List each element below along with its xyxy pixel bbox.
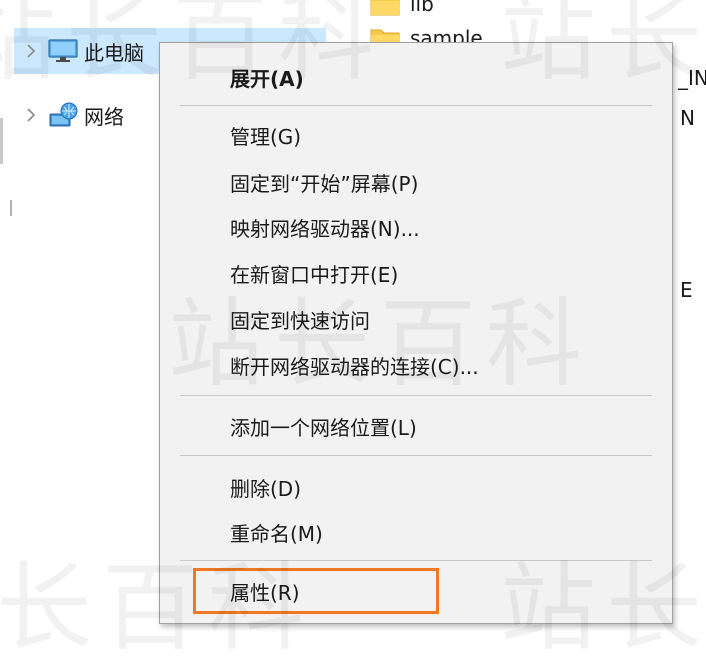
menu-item-rename[interactable]: 重命名(M) [164, 510, 668, 554]
nav-item-label: 网络 [84, 104, 124, 129]
tree-line [10, 200, 12, 216]
menu-item-label: 在新窗口中打开(E) [230, 262, 399, 287]
chevron-right-icon[interactable] [14, 28, 48, 74]
menu-item-open-in-new-window[interactable]: 在新窗口中打开(E) [164, 251, 668, 295]
truncated-text: E [680, 278, 693, 302]
menu-item-label: 删除(D) [230, 476, 302, 501]
menu-separator [180, 455, 652, 456]
menu-item-delete[interactable]: 删除(D) [164, 465, 668, 509]
menu-separator [180, 560, 652, 561]
highlight-outline [193, 568, 439, 614]
menu-item-label: 重命名(M) [230, 521, 323, 546]
computer-icon [48, 28, 84, 74]
explorer-window: 此电脑 网络 lib sample _IN N E 展开(A) 管理(G) 固定… [0, 0, 706, 658]
menu-item-disconnect-network-drive[interactable]: 断开网络驱动器的连接(C)... [164, 343, 668, 387]
context-menu: 展开(A) 管理(G) 固定到“开始”屏幕(P) 映射网络驱动器(N)... 在… [159, 42, 673, 624]
menu-item-label: 断开网络驱动器的连接(C)... [230, 354, 479, 379]
menu-item-add-network-location[interactable]: 添加一个网络位置(L) [164, 404, 668, 448]
menu-item-label: 固定到快速访问 [230, 308, 370, 333]
menu-item-pin-to-start[interactable]: 固定到“开始”屏幕(P) [164, 160, 668, 204]
folder-icon [370, 0, 400, 16]
chevron-right-icon[interactable] [14, 92, 48, 138]
menu-item-map-network-drive[interactable]: 映射网络驱动器(N)... [164, 205, 668, 249]
nav-item-label: 此电脑 [84, 40, 144, 65]
menu-separator [180, 395, 652, 396]
menu-item-label: 管理(G) [230, 124, 302, 149]
truncated-text: _IN [678, 66, 706, 90]
menu-item-expand[interactable]: 展开(A) [164, 55, 668, 99]
menu-item-label: 固定到“开始”屏幕(P) [230, 171, 419, 196]
menu-item-label: 映射网络驱动器(N)... [230, 216, 420, 241]
menu-item-label: 添加一个网络位置(L) [230, 415, 417, 440]
menu-item-pin-to-quick-access[interactable]: 固定到快速访问 [164, 297, 668, 341]
folder-name: lib [410, 0, 434, 16]
scroll-indicator [0, 118, 3, 164]
menu-item-manage[interactable]: 管理(G) [164, 113, 668, 157]
menu-separator [180, 105, 652, 106]
truncated-text: N [680, 106, 695, 130]
menu-item-label: 展开(A) [230, 66, 304, 91]
network-icon [48, 92, 84, 138]
